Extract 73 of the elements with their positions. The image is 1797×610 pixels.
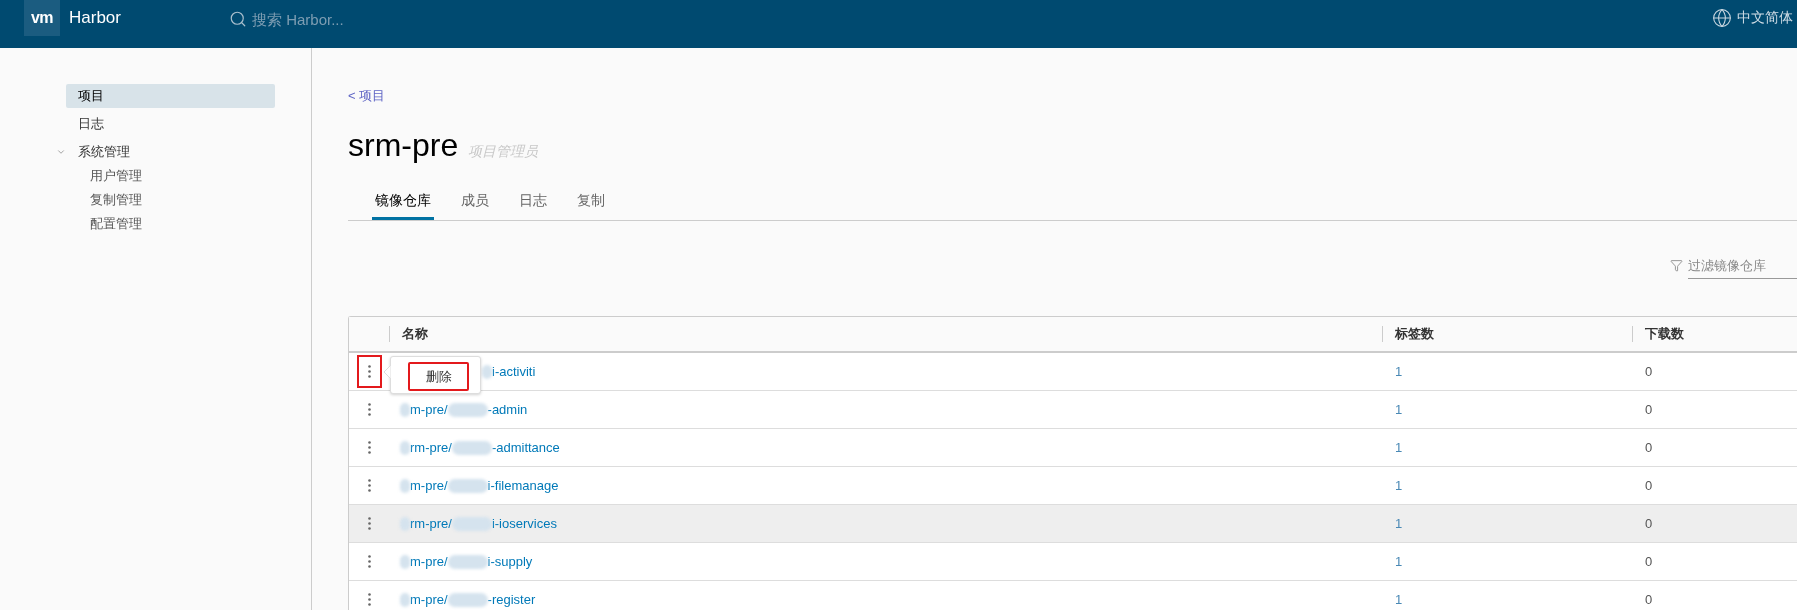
breadcrumb-link[interactable]: < 项目 — [348, 84, 386, 108]
search-icon — [229, 10, 247, 28]
tab[interactable]: 复制 — [574, 185, 608, 220]
sidebar-subitem[interactable]: 复制管理 — [66, 188, 275, 212]
redaction-blur — [447, 478, 488, 493]
download-count: 0 — [1645, 478, 1653, 493]
tag-count: 1 — [1395, 364, 1403, 379]
search-field[interactable]: 搜索 Harbor... — [252, 10, 452, 28]
repository-link[interactable]: -register — [487, 592, 536, 607]
redaction-blur — [451, 516, 492, 531]
globe-icon — [1712, 8, 1732, 28]
repository-link[interactable]: m-pre/ — [410, 554, 448, 569]
more-options-icon — [367, 593, 371, 606]
repository-link[interactable]: i-filemanage — [487, 478, 559, 493]
tag-count: 1 — [1395, 440, 1403, 455]
redaction-blur — [447, 402, 488, 417]
repository-link[interactable]: rm-pre/ — [410, 516, 452, 531]
more-options-icon — [367, 517, 371, 530]
column-header: 下载数 — [1632, 317, 1797, 351]
column-header: 标签数 — [1382, 317, 1632, 351]
redaction-blur — [400, 516, 410, 531]
more-options-icon — [367, 441, 371, 454]
sidebar-subitem[interactable]: 配置管理 — [66, 212, 275, 236]
column-header: 名称 — [389, 317, 1382, 351]
tag-count: 1 — [1395, 554, 1403, 569]
download-count: 0 — [1645, 440, 1653, 455]
brand-name: Harbor — [69, 8, 121, 28]
redaction-blur — [400, 478, 410, 493]
tag-count: 1 — [1395, 592, 1403, 607]
download-count: 0 — [1645, 364, 1653, 379]
download-count: 0 — [1645, 592, 1653, 607]
tab[interactable]: 成员 — [458, 185, 492, 220]
redaction-blur — [447, 592, 488, 607]
tab[interactable]: 日志 — [516, 185, 550, 220]
redaction-blur — [451, 440, 492, 455]
tag-count: 1 — [1395, 402, 1403, 417]
redaction-blur — [400, 592, 410, 607]
filter-field[interactable]: 过滤镜像仓库 — [1688, 252, 1797, 279]
more-options-icon — [367, 555, 371, 568]
filter-icon — [1670, 259, 1683, 272]
redaction-blur — [447, 554, 488, 569]
redaction-blur — [400, 402, 410, 417]
repository-link[interactable]: m-pre/ — [410, 478, 448, 493]
repository-link[interactable]: i-supply — [487, 554, 533, 569]
repository-link[interactable]: i-activiti — [492, 364, 536, 379]
sidebar-subitem[interactable]: 用户管理 — [66, 164, 275, 188]
language-button[interactable]: 中文简体 — [1712, 0, 1793, 36]
sidebar-item[interactable]: 日志 — [66, 112, 275, 136]
row-actions-button[interactable] — [356, 355, 382, 388]
more-options-icon — [367, 479, 371, 492]
repository-link[interactable]: m-pre/ — [410, 592, 448, 607]
more-options-icon — [367, 365, 371, 378]
repository-link[interactable]: rm-pre/ — [410, 440, 452, 455]
tag-count: 1 — [1395, 478, 1403, 493]
project-title: srm-pre — [348, 126, 459, 165]
download-count: 0 — [1645, 554, 1653, 569]
repository-link[interactable]: -admin — [487, 402, 528, 417]
sidebar-item[interactable]: 系统管理 — [66, 140, 275, 164]
redaction-blur — [482, 364, 492, 379]
vm-logo: vm — [24, 0, 60, 36]
download-count: 0 — [1645, 402, 1653, 417]
download-count: 0 — [1645, 516, 1653, 531]
redaction-blur — [400, 440, 410, 455]
chevron-down-icon[interactable] — [56, 147, 66, 157]
tab[interactable]: 镜像仓库 — [372, 185, 434, 220]
repository-link[interactable]: -admittance — [491, 440, 560, 455]
repository-link[interactable]: i-ioservices — [491, 516, 557, 531]
more-options-icon — [367, 403, 371, 416]
repository-link[interactable]: m-pre/ — [410, 402, 448, 417]
sidebar-item[interactable]: 项目 — [66, 84, 275, 108]
delete-menu-item[interactable]: 删除 — [408, 362, 469, 391]
tag-count: 1 — [1395, 516, 1403, 531]
redaction-blur — [400, 554, 410, 569]
